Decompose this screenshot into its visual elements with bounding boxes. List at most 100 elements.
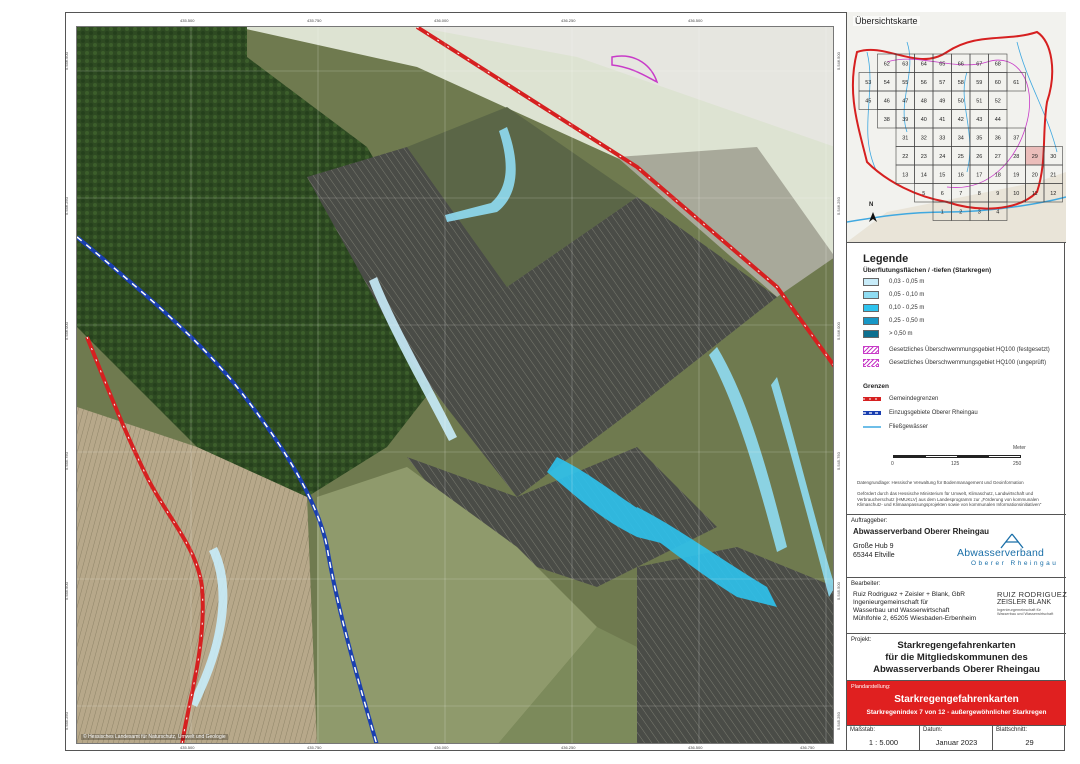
overview-tile-label: 28 (1013, 154, 1019, 160)
rivers-label: Fließgewässer (889, 424, 929, 430)
scale-bar: Meter 0 125 250 (891, 445, 1033, 473)
overview-tile-label: 14 (921, 172, 927, 178)
overview-tile-label: 23 (921, 154, 927, 160)
y-tick: 5.545.750 (64, 452, 69, 470)
plan-section: Plandarstellung: Starkregengefahrenkarte… (847, 681, 1066, 726)
overview-tile-label: 25 (958, 154, 964, 160)
contractor-line: Ingenieurgemeinschaft für (853, 599, 929, 606)
catchment-swatch (863, 411, 881, 415)
date-value: Januar 2023 (935, 738, 978, 747)
y-tick-right: 5.546.000 (836, 322, 841, 340)
overview-tile-label: 15 (939, 172, 945, 178)
scale-label-text: Maßstab: (850, 727, 876, 733)
hq-unchecked-swatch (863, 359, 879, 367)
scale-label: 250 (1013, 461, 1022, 467)
catchment-row: Einzugsgebiete Oberer Rheingau (863, 409, 1053, 419)
overview-tile-label: 66 (958, 61, 964, 67)
overview-tile-label: 31 (902, 135, 908, 141)
flood-class-row: 0,03 - 0,05 m (863, 278, 1053, 288)
footer-sheet-cell: Blattschnitt: 29 (993, 726, 1066, 751)
overview-tile-label: 54 (884, 80, 890, 86)
flood-class-row: > 0,50 m (863, 330, 1053, 340)
contractor-line: Ruiz Rodriguez + Zeisler + Blank, GbR (853, 591, 965, 598)
overview-tile-label: 18 (995, 172, 1001, 178)
x-tick: 435.500 (180, 745, 195, 750)
overview-tile-label: 11 (1032, 191, 1038, 197)
client-city: 65344 Eltville (853, 552, 895, 559)
overview-tile-label: 42 (958, 117, 964, 123)
plan-subtitle: Starkregenindex 7 von 12 - außergewöhnli… (866, 709, 1047, 716)
overview-tile-label: 53 (865, 80, 871, 86)
overview-tile-label: 16 (958, 172, 964, 178)
overview-tile-label: 45 (865, 98, 871, 104)
overview-tile-label: 40 (921, 117, 927, 123)
x-tick: 436.250 (561, 18, 576, 23)
overview-tile-label: 4 (996, 209, 999, 215)
overview-tile-label: 20 (1032, 172, 1038, 178)
overview-tile-label: 5 (922, 191, 925, 197)
overview-tile-label: 32 (921, 135, 927, 141)
aerial-map[interactable] (77, 27, 834, 744)
side-panel: Übersichtskarte 62 63 64 65 66 67 68 53 54 55 56 57… (846, 12, 1067, 751)
flood-class-swatch (863, 304, 879, 312)
flood-class-label: > 0,50 m (889, 331, 913, 337)
date-label: Datum: (923, 727, 943, 733)
y-tick-right: 5.545.750 (836, 452, 841, 470)
client-logo-main: Abwasserverband (957, 547, 1045, 559)
map-view[interactable]: © Hessisches Landesamt für Naturschutz, … (76, 26, 834, 744)
flood-class-row: 0,10 - 0,25 m (863, 304, 1053, 314)
overview-tile-label: 30 (1050, 154, 1056, 160)
x-tick: 436.500 (688, 745, 703, 750)
municipal-label: Gemeindegrenzen (889, 396, 939, 402)
x-tick: 436.750 (800, 745, 815, 750)
plan-label: Plandarstellung: (851, 684, 891, 690)
y-tick-right: 5.545.250 (836, 712, 841, 730)
y-tick-right: 5.546.500 (836, 52, 841, 70)
overview-tile-label: 26 (976, 154, 982, 160)
overview-tile-label: 17 (976, 172, 982, 178)
funding-note: Gefördert durch das Hessische Ministeriu… (857, 491, 1042, 507)
sheet-label: Blattschnitt: (996, 727, 1028, 733)
overview-tile-label: 38 (884, 117, 890, 123)
project-section: Projekt: Starkregengefahrenkarten für di… (847, 634, 1066, 681)
contractor-line: Wasserbau und Wasserwirtschaft (853, 607, 950, 614)
legend-section: Legende Überflutungsflächen / -tiefen (S… (847, 243, 1066, 515)
overview-tile-label: 1 (941, 209, 944, 215)
x-tick: 436.000 (434, 18, 449, 23)
client-logo-sub: Oberer Rheingau (971, 560, 1059, 567)
north-label: N (869, 202, 874, 208)
overview-map[interactable]: 62 63 64 65 66 67 6853 54 55 56 57 58 59 60 6145 46 47 48… (847, 12, 1066, 243)
flood-class-label: 0,25 - 0,50 m (889, 318, 925, 324)
client-street: Große Hub 9 (853, 543, 894, 550)
scale-label: 0 (891, 461, 894, 467)
overview-tile-label: 27 (995, 154, 1001, 160)
x-tick: 436.000 (434, 745, 449, 750)
y-tick: 5.545.500 (64, 582, 69, 600)
overview-tile-label: 57 (939, 80, 945, 86)
legend-title: Legende (863, 253, 909, 265)
overview-tile-label: 6 (941, 191, 944, 197)
overview-tile-label: 65 (939, 61, 945, 67)
overview-tile-label: 33 (939, 135, 945, 141)
map-attribution: © Hessisches Landesamt für Naturschutz, … (81, 734, 228, 740)
overview-tile-label: 68 (995, 61, 1001, 67)
overview-tile-label: 55 (902, 80, 908, 86)
x-tick: 435.750 (307, 18, 322, 23)
contractor-line: Mühlfohle 2, 65205 Wiesbaden-Erbenheim (853, 615, 977, 622)
overview-tile-label: 12 (1050, 191, 1056, 197)
hq-unchecked-label: Gesetzliches Überschwemmungsgebiet HQ100… (889, 360, 1047, 366)
contractor-logo-line2: ZEISLER (997, 599, 1027, 606)
overview-tile-label: 47 (902, 98, 908, 104)
client-logo: Abwasserverband Oberer Rheingau (957, 533, 1062, 573)
client-section: Auftraggeber: Abwasserverband Oberer Rhe… (847, 515, 1066, 578)
y-tick: 5.546.000 (64, 322, 69, 340)
overview-tile-label: 50 (958, 98, 964, 104)
municipal-swatch (863, 397, 881, 401)
overview-tile-label: 63 (902, 61, 908, 67)
footer-scale-cell: Maßstab: 1 : 5.000 (847, 726, 920, 751)
overview-tile-label: 13 (902, 172, 908, 178)
overview-map-section: Übersichtskarte 62 63 64 65 66 67 68 53 54 55 56 57… (847, 12, 1066, 243)
overview-tile-label: 10 (1013, 191, 1019, 197)
contractor-logo-line2b: BLANK (1028, 599, 1052, 606)
x-tick: 435.750 (307, 745, 322, 750)
